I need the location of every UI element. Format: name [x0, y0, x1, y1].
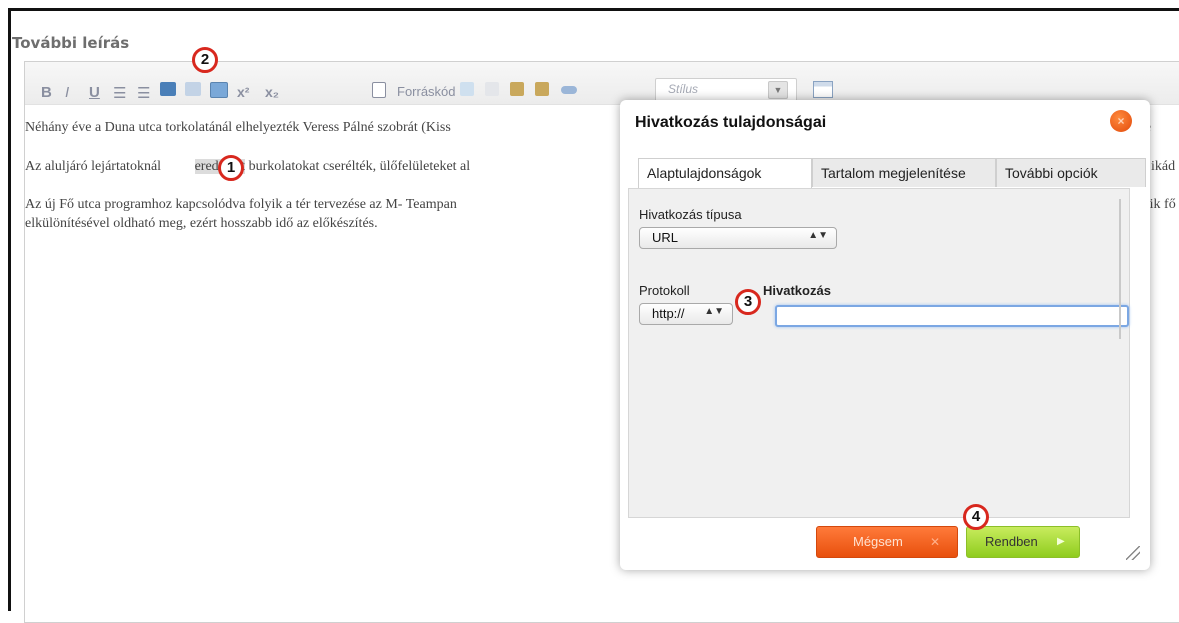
paragraph-2-tail: ikád	[1151, 159, 1176, 174]
underline-button[interactable]: U	[89, 84, 100, 101]
frame-left-border	[8, 8, 11, 611]
dialog-panel: Hivatkozás típusa URL ▲▼ Protokoll Hivat…	[628, 188, 1130, 518]
link-type-select[interactable]: URL ▲▼	[639, 227, 837, 249]
dialog-title: Hivatkozás tulajdonságai	[635, 114, 827, 131]
tab-content-display[interactable]: Tartalom megjelenítése	[812, 158, 996, 187]
chevron-down-icon[interactable]: ▼	[768, 81, 788, 99]
ok-button-label: Rendben	[985, 534, 1038, 549]
link-type-label: Hivatkozás típusa	[639, 207, 742, 222]
callout-1: 1	[218, 155, 244, 181]
superscript-button[interactable]: x²	[237, 84, 249, 100]
frame-top-border	[8, 8, 1179, 11]
paragraph-2-start: Az aluljáró lejártatoknál	[25, 159, 162, 174]
chevron-right-icon: ▶	[1057, 536, 1065, 547]
paste-text-icon[interactable]	[535, 82, 549, 96]
paragraph-2-end: burkolatokat cserélték, ülőfelületeket a…	[245, 159, 471, 174]
source-button[interactable]: Forráskód	[397, 84, 456, 99]
italic-button[interactable]: I	[65, 84, 69, 101]
style-select[interactable]: Stílus ▼	[655, 78, 797, 102]
resize-handle-icon[interactable]	[1126, 546, 1140, 560]
close-icon[interactable]: ×	[1110, 110, 1132, 132]
callout-4: 4	[963, 504, 989, 530]
cancel-button-label: Mégsem	[853, 534, 903, 549]
protocol-value: http://	[652, 306, 685, 321]
numbered-list-icon[interactable]: ☰	[137, 84, 150, 102]
table-icon[interactable]	[813, 81, 833, 98]
callout-2: 2	[192, 47, 218, 73]
protocol-select[interactable]: http:// ▲▼	[639, 303, 733, 325]
cut-icon[interactable]	[460, 82, 474, 96]
eraser-icon[interactable]	[561, 86, 577, 94]
paragraph-2: Az aluljáró lejártatoknál eredezett burk…	[25, 159, 470, 175]
link-label: Hivatkozás	[763, 283, 831, 298]
callout-3: 3	[735, 289, 761, 315]
source-icon[interactable]	[372, 82, 386, 98]
protocol-label: Protokoll	[639, 283, 690, 298]
ok-button[interactable]: Rendben ▶	[966, 526, 1080, 558]
copy-icon[interactable]	[485, 82, 499, 96]
paste-icon[interactable]	[510, 82, 524, 96]
unlink-icon[interactable]	[185, 82, 201, 96]
link-type-value: URL	[652, 230, 679, 245]
bold-button[interactable]: B	[41, 84, 52, 101]
cancel-button[interactable]: Mégsem ✕	[816, 526, 958, 558]
bulleted-list-icon[interactable]: ☰	[113, 84, 126, 102]
section-title: További leírás	[12, 34, 130, 52]
paragraph-4: elkülönítésével oldható meg, ezért hossz…	[25, 216, 378, 231]
style-select-value: Stílus	[668, 82, 699, 96]
paragraph-1: Néhány éve a Duna utca torkolatánál elhe…	[25, 120, 451, 135]
link-icon[interactable]	[160, 82, 176, 96]
link-properties-dialog: Hivatkozás tulajdonságai × Alaptulajdons…	[620, 100, 1150, 570]
tab-basic-properties[interactable]: Alaptulajdonságok	[638, 158, 812, 189]
link-url-input[interactable]	[775, 305, 1129, 327]
close-icon: ✕	[930, 535, 941, 549]
chevron-up-down-icon: ▲▼	[808, 230, 828, 241]
image-icon[interactable]	[210, 82, 228, 98]
subscript-button[interactable]: x₂	[265, 84, 279, 100]
chevron-up-down-icon: ▲▼	[704, 306, 724, 317]
paragraph-3: Az új Fő utca programhoz kapcsolódva fol…	[25, 197, 457, 212]
tab-more-options[interactable]: További opciók	[996, 158, 1146, 187]
panel-scrollbar[interactable]	[1119, 199, 1121, 339]
